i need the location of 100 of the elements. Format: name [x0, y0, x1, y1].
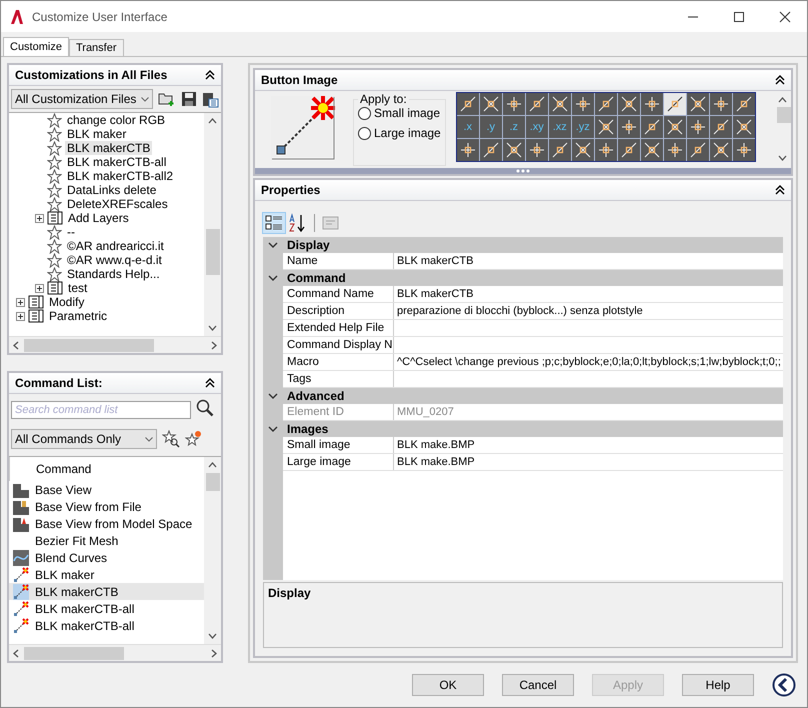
property-name[interactable]: Large image: [283, 454, 394, 470]
snap-icon[interactable]: [640, 139, 663, 161]
snap-icon[interactable]: [480, 139, 502, 161]
snap-icon[interactable]: [594, 139, 617, 161]
close-icon[interactable]: [779, 10, 791, 22]
scroll-up-icon[interactable]: [778, 97, 787, 103]
scroll-down-icon[interactable]: [778, 155, 787, 161]
command-item[interactable]: Base View from File: [9, 498, 204, 515]
scroll-right-icon[interactable]: [211, 340, 217, 350]
expand-icon[interactable]: [35, 214, 44, 222]
property-name[interactable]: Macro: [283, 354, 394, 370]
snap-icon[interactable]: [526, 139, 548, 161]
scroll-thumb[interactable]: [206, 473, 220, 491]
command-item[interactable]: Blend Curves: [9, 549, 204, 566]
snap-icon[interactable]: [710, 116, 732, 138]
snap-icon[interactable]: [502, 93, 525, 115]
snap-icon[interactable]: [572, 93, 594, 115]
snap-icon[interactable]: [732, 139, 755, 161]
scroll-up-icon[interactable]: [208, 118, 217, 124]
snap-icon[interactable]: [594, 116, 617, 138]
scroll-thumb[interactable]: [206, 229, 220, 275]
collapse-icon[interactable]: [205, 70, 215, 80]
axis-filter-icon[interactable]: .z: [502, 116, 525, 138]
tree-item[interactable]: DeleteXREFscales: [65, 197, 170, 211]
categorized-icon[interactable]: [263, 213, 285, 233]
axis-filter-icon[interactable]: .yz: [572, 116, 594, 138]
property-name[interactable]: Name: [283, 253, 394, 269]
snap-icon[interactable]: [686, 93, 709, 115]
radio-option[interactable]: Large image: [358, 126, 441, 140]
scroll-down-icon[interactable]: [208, 633, 217, 639]
snap-icon[interactable]: [502, 139, 525, 161]
tree-item[interactable]: BLK makerCTB: [65, 141, 152, 155]
property-value[interactable]: preparazione di blocchi (byblock...) senza plotstyle: [394, 303, 643, 319]
tree-item[interactable]: Standards Help...: [65, 267, 162, 281]
property-name[interactable]: Small image: [283, 437, 394, 453]
command-item[interactable]: BLK makerCTB-all: [9, 617, 204, 634]
snap-icon[interactable]: [732, 116, 755, 138]
tree-item[interactable]: BLK maker: [65, 127, 128, 141]
radio-option[interactable]: Small image: [358, 106, 441, 120]
new-star-icon[interactable]: [185, 430, 203, 448]
expand-icon[interactable]: [35, 284, 44, 292]
snap-icon[interactable]: [686, 116, 709, 138]
expand-icon[interactable]: [16, 298, 25, 306]
save-icon[interactable]: [181, 91, 197, 107]
tree-item[interactable]: --: [65, 225, 77, 239]
snap-icon[interactable]: [686, 139, 709, 161]
command-item[interactable]: BLK makerCTB: [9, 583, 204, 600]
snap-icon[interactable]: [618, 139, 640, 161]
snap-icon[interactable]: [710, 139, 732, 161]
snap-icon[interactable]: [640, 93, 663, 115]
tree-item[interactable]: ©AR andrearicci.it: [65, 239, 166, 253]
collapse-icon[interactable]: [775, 185, 785, 195]
collapse-icon[interactable]: [775, 75, 785, 85]
tree-item[interactable]: BLK makerCTB-all2: [65, 169, 176, 183]
tree-item[interactable]: ©AR www.q-e-d.it: [65, 253, 164, 267]
files-dropdown[interactable]: All Customization Files: [11, 89, 153, 109]
snap-icon[interactable]: [526, 93, 548, 115]
tree-item[interactable]: Parametric: [47, 309, 110, 323]
scroll-thumb[interactable]: [24, 646, 124, 660]
scroll-thumb[interactable]: [777, 107, 791, 123]
snap-icon[interactable]: [548, 93, 571, 115]
property-name[interactable]: Command Display N: [283, 337, 394, 353]
tree-item[interactable]: change color RGB: [65, 113, 168, 127]
scroll-left-icon[interactable]: [13, 648, 19, 658]
property-name[interactable]: Description: [283, 303, 394, 319]
axis-filter-icon[interactable]: .x: [456, 116, 479, 138]
property-value[interactable]: BLK make.BMP: [394, 437, 475, 453]
tab[interactable]: Transfer: [68, 39, 124, 56]
maximize-icon[interactable]: [733, 10, 745, 22]
snap-icon[interactable]: [732, 93, 755, 115]
dialog-button[interactable]: Cancel: [502, 674, 574, 696]
snap-icon[interactable]: [594, 93, 617, 115]
property-value[interactable]: ^C^Cselect \change previous ;p;c;byblock;e;0;la;0;lt;byblock;s;1;lw;byblock;t;0;;: [394, 354, 781, 370]
snap-icon[interactable]: [710, 93, 732, 115]
scrollbar[interactable]: [204, 113, 221, 336]
snap-icon[interactable]: [548, 139, 571, 161]
property-name[interactable]: Tags: [283, 371, 394, 387]
scroll-right-icon[interactable]: [211, 648, 217, 658]
horizontal-scrollbar[interactable]: [9, 644, 221, 661]
dialog-button[interactable]: OK: [412, 674, 484, 696]
scroll-down-icon[interactable]: [208, 325, 217, 331]
scroll-left-icon[interactable]: [13, 340, 19, 350]
axis-filter-icon[interactable]: .xz: [548, 116, 571, 138]
property-name[interactable]: Extended Help File: [283, 320, 394, 336]
snap-icon[interactable]: [618, 93, 640, 115]
snap-icon[interactable]: [664, 93, 686, 115]
tab[interactable]: Customize: [3, 37, 69, 56]
command-item[interactable]: Base View: [9, 481, 204, 498]
tree-item[interactable]: Add Layers: [66, 211, 131, 225]
load-icon[interactable]: [202, 90, 219, 108]
command-item[interactable]: BLK maker: [9, 566, 204, 583]
tree-item[interactable]: BLK makerCTB-all: [65, 155, 168, 169]
property-value[interactable]: BLK make.BMP: [394, 454, 475, 470]
property-name[interactable]: Command Name: [283, 286, 394, 302]
star-search-icon[interactable]: [162, 430, 180, 448]
snap-icon[interactable]: [480, 93, 502, 115]
snap-icon[interactable]: [664, 116, 686, 138]
command-item[interactable]: Base View from Model Space: [9, 515, 204, 532]
snap-icon[interactable]: [572, 139, 594, 161]
axis-filter-icon[interactable]: .xy: [526, 116, 548, 138]
